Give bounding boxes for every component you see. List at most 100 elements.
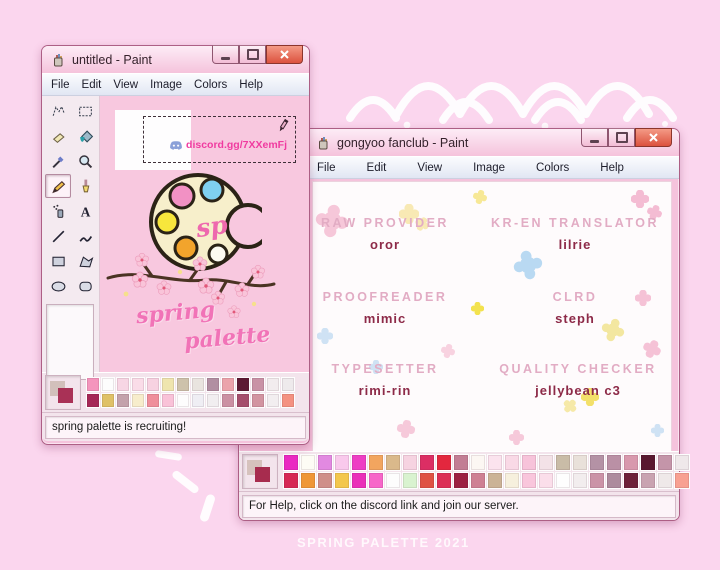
palette-swatch[interactable] — [419, 454, 435, 471]
palette-swatch[interactable] — [334, 454, 350, 471]
palette-swatch[interactable] — [317, 454, 333, 471]
palette-swatch[interactable] — [351, 454, 367, 471]
tool-line[interactable] — [45, 224, 71, 248]
palette-swatch[interactable] — [116, 377, 130, 392]
menu-item-file[interactable]: File — [51, 79, 70, 91]
palette-swatch[interactable] — [606, 454, 622, 471]
tool-magnifier[interactable] — [72, 149, 98, 173]
palette-swatch[interactable] — [623, 454, 639, 471]
menu-item-image[interactable]: Image — [473, 162, 505, 174]
palette-swatch[interactable] — [487, 454, 503, 471]
palette-swatch[interactable] — [191, 393, 205, 408]
palette-swatch[interactable] — [538, 454, 554, 471]
canvas[interactable]: RAW PROVIDER oror KR-EN TRANSLATOR lilrie PR… — [312, 181, 672, 451]
tool-select[interactable] — [72, 99, 98, 123]
menu-item-image[interactable]: Image — [150, 79, 182, 91]
palette-swatch[interactable] — [86, 377, 100, 392]
menu-item-view[interactable]: View — [417, 162, 442, 174]
palette-swatch[interactable] — [640, 454, 656, 471]
palette-swatch[interactable] — [436, 472, 452, 489]
palette-swatch[interactable] — [283, 454, 299, 471]
palette-swatch[interactable] — [657, 454, 673, 471]
tool-airbrush[interactable] — [45, 199, 71, 223]
tool-free-form-select[interactable] — [45, 99, 71, 123]
menu-item-view[interactable]: View — [113, 79, 138, 91]
selection-box[interactable]: discord.gg/7XXemFj — [143, 116, 296, 163]
palette-swatch[interactable] — [206, 377, 220, 392]
tool-ellipse[interactable] — [45, 274, 71, 298]
menu-item-help[interactable]: Help — [600, 162, 624, 174]
palette-swatch[interactable] — [436, 454, 452, 471]
tool-polygon[interactable] — [72, 249, 98, 273]
minimize-button[interactable] — [212, 45, 239, 64]
palette-swatch[interactable] — [453, 472, 469, 489]
palette-swatch[interactable] — [236, 377, 250, 392]
palette-swatch[interactable] — [487, 472, 503, 489]
palette-swatch[interactable] — [221, 393, 235, 408]
tool-options-box[interactable] — [46, 304, 94, 380]
palette-swatch[interactable] — [521, 472, 537, 489]
tool-pick-color[interactable] — [45, 149, 71, 173]
palette-swatch[interactable] — [538, 472, 554, 489]
palette-swatch[interactable] — [589, 472, 605, 489]
palette-swatch[interactable] — [572, 472, 588, 489]
palette-swatch[interactable] — [300, 454, 316, 471]
palette-swatch[interactable] — [351, 472, 367, 489]
discord-invite-link[interactable]: discord.gg/7XXemFj — [186, 139, 287, 151]
palette-swatch[interactable] — [555, 454, 571, 471]
palette-swatch[interactable] — [385, 454, 401, 471]
palette-swatch[interactable] — [640, 472, 656, 489]
palette-swatch[interactable] — [146, 377, 160, 392]
palette-swatch[interactable] — [281, 393, 295, 408]
palette-swatch[interactable] — [470, 454, 486, 471]
canvas[interactable]: discord.gg/7XXemFj sp spring palette — [100, 96, 309, 372]
palette-swatch[interactable] — [623, 472, 639, 489]
palette-swatch[interactable] — [504, 472, 520, 489]
palette-swatch[interactable] — [402, 454, 418, 471]
palette-swatch[interactable] — [300, 472, 316, 489]
palette-swatch[interactable] — [266, 393, 280, 408]
palette-swatch[interactable] — [116, 393, 130, 408]
palette-swatch[interactable] — [251, 393, 265, 408]
palette-swatch[interactable] — [86, 393, 100, 408]
palette-swatch[interactable] — [555, 472, 571, 489]
palette-swatch[interactable] — [334, 472, 350, 489]
close-button[interactable] — [635, 128, 672, 147]
current-colors-indicator[interactable] — [242, 454, 278, 489]
palette-swatch[interactable] — [131, 393, 145, 408]
tool-eraser[interactable] — [45, 124, 71, 148]
menu-item-help[interactable]: Help — [239, 79, 263, 91]
palette-swatch[interactable] — [176, 377, 190, 392]
palette-swatch[interactable] — [453, 454, 469, 471]
palette-swatch[interactable] — [266, 377, 280, 392]
palette-swatch[interactable] — [221, 377, 235, 392]
palette-swatch[interactable] — [283, 472, 299, 489]
palette-swatch[interactable] — [657, 472, 673, 489]
palette-swatch[interactable] — [206, 393, 220, 408]
palette-swatch[interactable] — [504, 454, 520, 471]
tool-text[interactable]: A — [72, 199, 98, 223]
menu-item-edit[interactable]: Edit — [82, 79, 102, 91]
tool-curve[interactable] — [72, 224, 98, 248]
menu-item-file[interactable]: File — [317, 162, 336, 174]
menu-item-edit[interactable]: Edit — [367, 162, 387, 174]
maximize-button[interactable] — [608, 128, 635, 147]
tool-rectangle[interactable] — [45, 249, 71, 273]
titlebar[interactable]: untitled - Paint — [42, 45, 309, 73]
tool-pencil[interactable] — [45, 174, 71, 198]
palette-swatch[interactable] — [674, 454, 690, 471]
palette-swatch[interactable] — [101, 377, 115, 392]
palette-swatch[interactable] — [146, 393, 160, 408]
minimize-button[interactable] — [581, 128, 608, 147]
menu-item-colors[interactable]: Colors — [194, 79, 227, 91]
palette-swatch[interactable] — [470, 472, 486, 489]
palette-swatch[interactable] — [281, 377, 295, 392]
palette-swatch[interactable] — [606, 472, 622, 489]
palette-swatch[interactable] — [161, 393, 175, 408]
palette-swatch[interactable] — [131, 377, 145, 392]
palette-swatch[interactable] — [368, 472, 384, 489]
tool-brush[interactable] — [72, 174, 98, 198]
palette-swatch[interactable] — [251, 377, 265, 392]
menu-item-colors[interactable]: Colors — [536, 162, 569, 174]
palette-swatch[interactable] — [101, 393, 115, 408]
